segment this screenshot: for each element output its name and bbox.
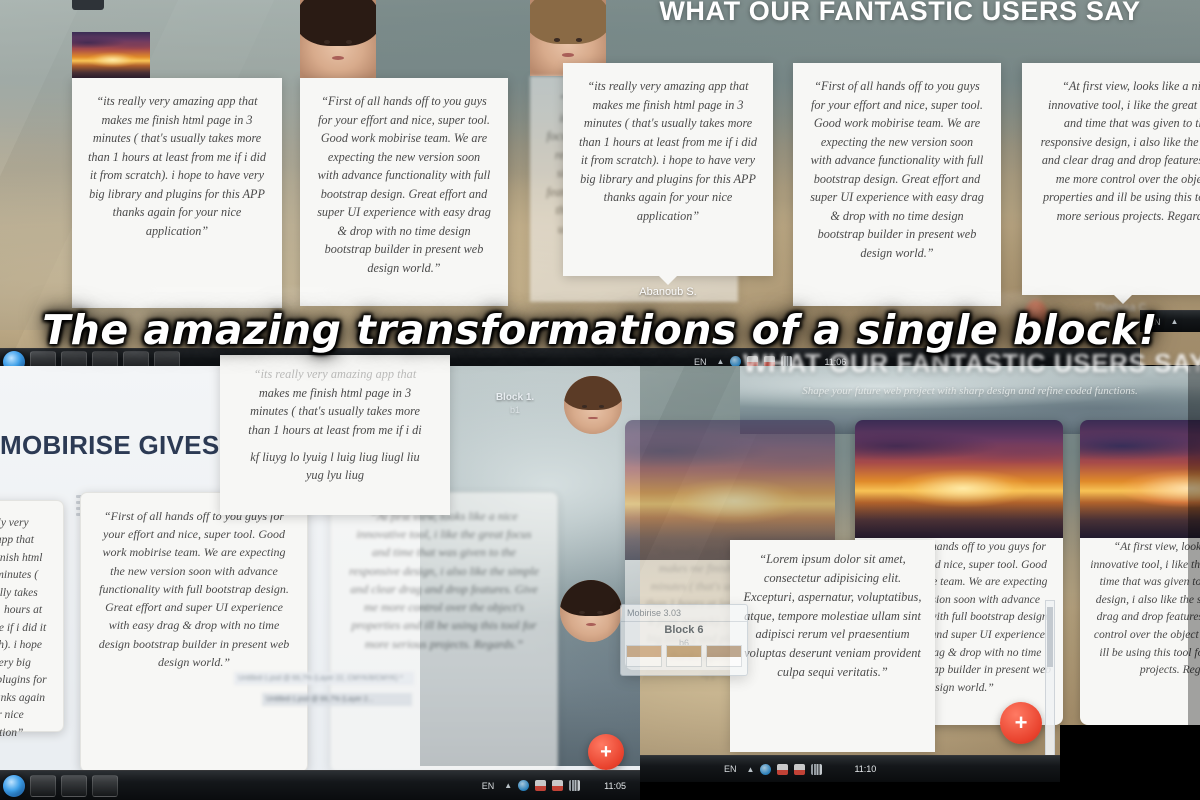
bottom-right-section-subtitle: Shape your future web project with sharp… [802, 385, 1138, 397]
taskbar-4-chevron-up-icon[interactable]: ▲ [747, 765, 755, 774]
bottom-testimonial-text-2: “First of all hands off to you guys for … [98, 509, 290, 669]
testimonial-avatar-2 [300, 0, 376, 80]
block-thumb-3[interactable] [706, 645, 742, 667]
taskbar-3-chevron-up-icon[interactable]: ▲ [504, 781, 512, 790]
avatar-round-2 [560, 580, 622, 642]
taskbar-2-chevron-up-icon[interactable]: ▲ [717, 357, 725, 366]
add-block-fab-1[interactable]: + [588, 734, 624, 770]
taskbar-4-tray[interactable]: EN ▲ 11:10 [720, 763, 890, 775]
photoshop-title-1: Untitled-1.psd @ 66,7% (Layer 22, CMYK/8… [234, 672, 414, 685]
testimonial-author-3: Abanoub S. [639, 286, 697, 298]
photoshop-title-2: Untitled-1.psd @ 66,7% (Layer 2... [262, 693, 412, 706]
block-1-name: Block 1. [495, 392, 535, 403]
banner-title: The amazing transformations of a single … [42, 306, 1158, 354]
scrollbar-thumb[interactable] [1047, 607, 1053, 667]
block-6-name: Block 6 [664, 624, 704, 636]
mobirise-version-label: Mobirise 3.03 [621, 605, 747, 622]
testimonial-tip-3 [659, 276, 677, 285]
taskbar-2-language[interactable]: EN [690, 357, 711, 367]
block-1-label[interactable]: Block 1. b1 [470, 392, 560, 415]
lorem-ipsum-text: “Lorem ipsum dolor sit amet, consectetur… [743, 552, 922, 680]
bottom-testimonial-card-3: “At first view, looks like a nice innova… [330, 492, 558, 772]
taskbar-3-update-icon[interactable] [552, 780, 564, 791]
taskbar-3-tray[interactable]: EN ▲ 11:05 [478, 780, 640, 791]
block-thumb-1[interactable] [626, 645, 662, 667]
bottom-left-title-strong: MOBIRISE GIVES [0, 430, 220, 460]
letterbox-right-edge [1188, 366, 1200, 726]
ghost-file-label [150, 288, 330, 308]
testimonial-card-1: “its really very amazing app that makes … [72, 78, 282, 308]
screenshot-stage: WHAT OUR FANTASTIC USERS SAY “its really… [0, 0, 1200, 800]
letterbox-bottom-strip [640, 782, 1200, 800]
taskbar-4-network-icon[interactable] [760, 763, 772, 775]
floating-note-line-3: minutes ( that's usually takes more [250, 404, 420, 419]
taskbar-3-network-icon[interactable] [518, 780, 530, 791]
top-left-window-titlebar-stub [72, 0, 104, 10]
bottom-testimonial-text-3: “At first view, looks like a nice innova… [349, 509, 539, 651]
taskbar-3-antivirus-icon[interactable] [535, 780, 547, 791]
taskbar-button-explorer-3[interactable] [30, 774, 56, 797]
scrollbar-track[interactable] [1045, 600, 1055, 760]
testimonial-card-2: “First of all hands off to you guys for … [300, 78, 508, 306]
taskbar-4-signal-icon[interactable] [811, 763, 823, 775]
taskbar-3-clock[interactable]: 11:05 [604, 781, 634, 791]
taskbar-4-language[interactable]: EN [720, 764, 741, 774]
testimonial-card-5: “At first view, looks like a nice innova… [1022, 63, 1200, 304]
mobirise-block-panel[interactable]: Mobirise 3.03 Block 6 b6 [620, 604, 748, 676]
bottom-testimonial-text-5: “At first view, looks like a nice innova… [1090, 540, 1200, 677]
bottom-testimonial-card-1: “its really very amazing app that makes … [0, 500, 64, 739]
testimonial-text-2: “First of all hands off to you guys for … [317, 94, 491, 275]
testimonial-card-4: “First of all hands off to you guys for … [793, 63, 1001, 306]
taskbar-4[interactable]: EN ▲ 11:10 [640, 755, 1060, 782]
taskbar-button-mobirise-3[interactable] [92, 774, 118, 797]
preview-card-3-text: “At first view, looks like a nice innova… [1080, 532, 1200, 722]
floating-note-line-6: yug lyu liug [305, 468, 365, 483]
testimonial-text-3: “its really very amazing app that makes … [579, 79, 757, 223]
block-1-id: b1 [509, 405, 520, 415]
add-block-fab-2[interactable]: + [1000, 702, 1042, 744]
bottom-testimonial-text-1: “its really very amazing app that makes … [0, 517, 47, 739]
floating-note-card: “its really very amazing app that makes … [220, 355, 450, 515]
floating-note-line-5: kf liuyg lo lyuig l luig liug liugl liu [250, 449, 420, 464]
taskbar-button-browser-3[interactable] [61, 774, 87, 797]
block-thumb-row[interactable] [626, 645, 742, 667]
testimonial-card-3: “its really very amazing app that makes … [563, 63, 773, 285]
windows-start-orb-3[interactable] [3, 774, 25, 797]
taskbar-3-language[interactable]: EN [478, 781, 499, 791]
avatar-round-1 [564, 376, 622, 434]
floating-note-line-1: “its really very amazing app that [253, 367, 417, 381]
floating-note-line-2: makes me finish html page in 3 [258, 385, 412, 400]
bottom-testimonial-card-2: “First of all hands off to you guys for … [80, 492, 308, 772]
taskbar-4-update-icon[interactable] [794, 763, 806, 775]
testimonial-thumbnail-1 [72, 32, 150, 80]
testimonial-text-4: “First of all hands off to you guys for … [810, 79, 984, 260]
block-thumb-2[interactable] [666, 645, 702, 667]
taskbar-4-clock[interactable]: 11:10 [854, 764, 884, 774]
lorem-ipsum-card: “Lorem ipsum dolor sit amet, consectetur… [730, 540, 935, 752]
testimonial-text-5: “At first view, looks like a nice innova… [1040, 79, 1200, 223]
taskbar-3[interactable]: EN ▲ 11:05 [0, 770, 640, 800]
taskbar-3-signal-icon[interactable] [569, 780, 581, 791]
testimonial-text-1: “its really very amazing app that makes … [88, 94, 266, 238]
top-section-title: WHAT OUR FANTASTIC USERS SAY [659, 0, 1141, 26]
floating-note-line-4: than 1 hours at least from me if i di [248, 423, 422, 438]
taskbar-4-antivirus-icon[interactable] [777, 763, 789, 775]
